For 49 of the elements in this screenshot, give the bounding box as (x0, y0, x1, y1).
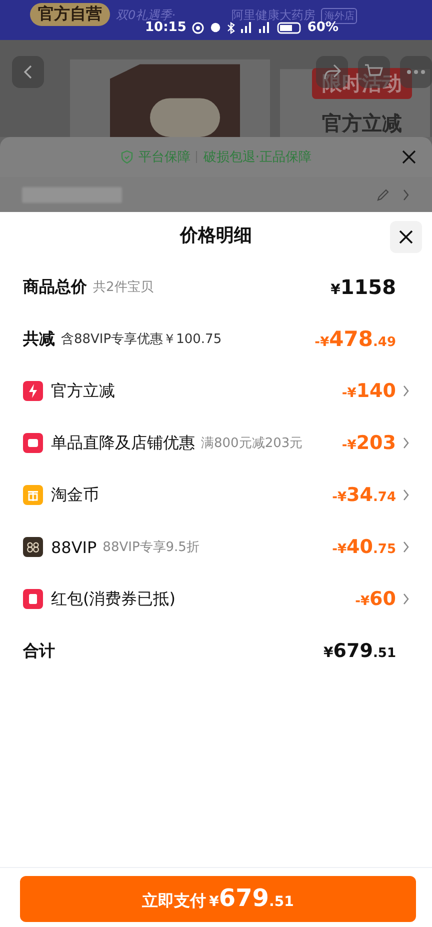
more-button[interactable] (400, 56, 432, 88)
close-icon (402, 150, 416, 164)
shield-icon (120, 150, 134, 164)
amount: ¥679.51 (324, 640, 396, 662)
promo-text: 官方立减 (322, 110, 402, 137)
row-label: 合计 (23, 640, 55, 662)
more-icon (406, 69, 426, 75)
store-name: 阿里健康大药房 (231, 7, 316, 22)
back-button[interactable] (12, 56, 44, 88)
status-time: 10:15 (145, 20, 186, 35)
row-label: 88VIP (51, 538, 97, 556)
pay-button[interactable]: 立即支付 ¥679.51 (20, 876, 416, 922)
amount: ¥1158 (330, 275, 396, 299)
row-label: 红包(消费券已抵) (51, 588, 176, 610)
chevron-icon[interactable] (402, 489, 410, 501)
chevron-icon[interactable] (402, 385, 410, 397)
amount: -¥40.75 (332, 536, 396, 558)
close-icon (399, 230, 413, 244)
row-label: 商品总价 (23, 276, 87, 298)
chevron-icon (402, 188, 410, 200)
row-label: 淘金币 (51, 484, 99, 506)
row-label: 官方立减 (51, 380, 115, 402)
amount: -¥34.74 (332, 484, 396, 506)
close-button[interactable] (390, 221, 422, 253)
amount: -¥140 (342, 380, 396, 402)
amount: -¥478.49 (314, 327, 396, 351)
row-note: 共2件宝贝 (93, 279, 154, 296)
slogan: 双0礼遇季· (116, 7, 176, 22)
edit-icon (376, 188, 390, 202)
back-icon (22, 64, 34, 80)
signal-icon (241, 22, 254, 33)
battery-icon (277, 22, 302, 34)
sheet-title: 价格明细 (180, 224, 252, 247)
store-badge: 官方自营 (30, 3, 110, 26)
guarantee-label: 平台保障 (138, 149, 190, 166)
signal-icon (259, 22, 272, 33)
row-note: 满800元减203元 (201, 435, 303, 452)
eye-icon (192, 22, 204, 34)
chevron-icon[interactable] (402, 593, 410, 605)
chevron-icon[interactable] (402, 541, 410, 553)
chevron-icon[interactable] (402, 437, 410, 449)
amount: -¥203 (342, 432, 396, 454)
row-label: 共减 (23, 328, 55, 350)
row-note: 88VIP专享9.5折 (102, 539, 200, 556)
row-label: 单品直降及店铺优惠 (51, 432, 195, 454)
guarantee-detail: 破损包退·正品保障 (203, 149, 312, 166)
row-note: 含88VIP专享优惠￥100.75 (61, 331, 222, 348)
amount: -¥60 (355, 588, 396, 610)
bluetooth-icon (227, 22, 236, 34)
